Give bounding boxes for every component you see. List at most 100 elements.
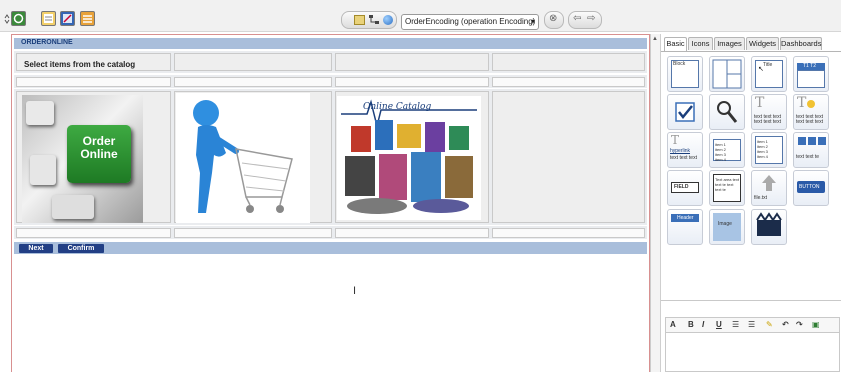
search-widget[interactable] <box>709 94 745 130</box>
panel-splitter[interactable]: ▲ <box>650 34 660 372</box>
list-view-icon[interactable] <box>354 15 365 25</box>
image-widget[interactable]: Image <box>709 209 745 245</box>
redo-icon[interactable]: ↷ <box>796 320 803 329</box>
flowchart-icon[interactable] <box>369 15 380 25</box>
grid-cell[interactable] <box>174 91 332 223</box>
layout-grid-widget[interactable] <box>709 56 745 92</box>
globe-icon[interactable] <box>383 15 393 25</box>
field-widget[interactable]: FIELD <box>667 170 703 206</box>
editable-text-widget[interactable]: T text text text text text text <box>793 94 829 130</box>
top-toolbar: OrderEncoding (operation Encoding) ▾ ⊗ ⇦… <box>0 0 841 32</box>
edit-icon[interactable] <box>60 11 75 26</box>
grid-cell[interactable] <box>174 77 332 87</box>
field-widget-label: FIELD <box>674 184 689 190</box>
pointer-icon <box>807 100 815 108</box>
ordered-list-icon[interactable]: ☰ <box>732 320 739 329</box>
next-button[interactable]: Next <box>19 244 53 253</box>
grid-cell[interactable]: Online Catalog <box>335 91 489 223</box>
grid-cell[interactable] <box>492 228 645 238</box>
list-icon[interactable] <box>80 11 95 26</box>
grid-cell[interactable] <box>492 91 645 223</box>
block-widget-label: Block <box>673 61 686 67</box>
document-list-icon[interactable] <box>41 11 56 26</box>
grid-cell[interactable] <box>492 53 645 71</box>
form-title: ORDERONLINE <box>21 39 73 46</box>
spacer-row <box>14 75 647 88</box>
list-widget[interactable]: item 1 item 2 item 3 item 4 <box>709 132 745 168</box>
file-upload-widget[interactable]: file.txt <box>751 170 787 206</box>
chevron-down-icon: ▾ <box>530 17 535 26</box>
view-toggle-group <box>341 11 397 29</box>
grid-cell[interactable] <box>174 53 332 71</box>
grid-cell[interactable]: Order Online <box>16 91 171 223</box>
grid-cell[interactable] <box>16 77 171 87</box>
grid-cell[interactable] <box>16 228 171 238</box>
header-widget[interactable]: Header <box>667 209 703 245</box>
forward-arrow-icon[interactable]: ⇨ <box>587 13 595 24</box>
bold-button[interactable]: B <box>688 320 694 329</box>
grid-cell[interactable] <box>492 77 645 87</box>
tab-divider <box>661 51 841 52</box>
tab-widgets[interactable]: Widgets <box>746 37 779 50</box>
tab-dashboards[interactable]: Dashboards <box>780 37 822 50</box>
tabs-widget[interactable]: T1 T2 <box>793 56 829 92</box>
palette-divider <box>661 300 841 301</box>
close-process-button[interactable]: ⊗ <box>544 11 564 29</box>
scroll-up-icon[interactable]: ▲ <box>652 36 658 42</box>
pointer-icon: ↖ <box>758 66 764 73</box>
process-select[interactable]: OrderEncoding (operation Encoding) ▾ <box>401 14 539 30</box>
catalog-heading: Select items from the catalog <box>24 60 136 69</box>
recycle-icon[interactable] <box>11 11 26 26</box>
shopping-cart-figure-image[interactable] <box>176 93 310 223</box>
header-widget-label: Header <box>677 215 694 221</box>
tab-images[interactable]: Images <box>714 37 745 50</box>
tab-icons[interactable]: Icons <box>688 37 713 50</box>
order-online-key: Order Online <box>67 125 131 183</box>
rich-text-area[interactable] <box>665 333 840 372</box>
list-widget-label: item 1 item 2 item 3 item 4 <box>715 142 726 162</box>
widget-palette: Basic Icons Images Widgets Dashboards Bl… <box>660 34 841 372</box>
tab-basic[interactable]: Basic <box>664 37 687 51</box>
button-widget[interactable]: BUTTON <box>793 170 829 206</box>
grid-cell[interactable] <box>335 53 489 71</box>
confirm-button[interactable]: Confirm <box>58 244 104 253</box>
spacer-row <box>14 226 647 239</box>
grid-cell[interactable] <box>174 228 332 238</box>
hyperlink-widget-text: text text text <box>670 155 697 161</box>
keyboard-key <box>30 155 56 185</box>
image-widget-label: Image <box>718 221 732 227</box>
block-widget[interactable]: Block <box>667 56 703 92</box>
hyperlink-widget-label: hyperlink <box>670 148 691 154</box>
italic-button[interactable]: I <box>702 320 704 329</box>
hyperlink-widget[interactable]: T hyperlink text text text <box>667 132 703 168</box>
underline-button[interactable]: U <box>716 320 722 329</box>
listbox-widget[interactable]: item 1 item 2 item 3 item 4 <box>751 132 787 168</box>
keyboard-key <box>26 101 54 125</box>
unordered-list-icon[interactable]: ☰ <box>748 320 755 329</box>
expand-icon[interactable] <box>4 13 10 25</box>
back-arrow-icon[interactable]: ⇦ <box>573 13 581 24</box>
grid-cell[interactable] <box>335 228 489 238</box>
checkbox-widget[interactable] <box>667 94 703 130</box>
button-widget-label: BUTTON <box>799 184 820 190</box>
title-widget[interactable]: Title ↖ <box>751 56 787 92</box>
text-widget[interactable]: T text text text text text text <box>751 94 787 130</box>
form-title-bar: ORDERONLINE <box>14 38 647 49</box>
highlight-icon[interactable]: ✎ <box>766 320 773 329</box>
grid-cell[interactable] <box>335 77 489 87</box>
combo-widget[interactable]: text text te <box>793 132 829 168</box>
textarea-widget-label: Text area text text te text text te <box>715 177 740 192</box>
online-catalog-text: Online Catalog <box>363 102 432 112</box>
image-row: Order Online Online Catalog <box>14 89 647 225</box>
undo-icon[interactable]: ↶ <box>782 320 789 329</box>
media-widget[interactable] <box>751 209 787 245</box>
order-online-keyboard-image[interactable]: Order Online <box>22 95 143 223</box>
textarea-widget[interactable]: Text area text text te text text te <box>709 170 745 206</box>
insert-image-icon[interactable]: ▣ <box>812 320 820 329</box>
history-nav-group: ⇦ ⇨ <box>568 11 602 29</box>
online-catalog-image[interactable]: Online Catalog <box>337 96 481 220</box>
combo-widget-label: text text te <box>796 154 820 160</box>
font-size-button[interactable]: A <box>670 320 676 329</box>
rich-text-toolbar: A B I U ☰ ☰ ✎ ↶ ↷ ▣ <box>665 317 840 333</box>
tabs-widget-label: T1 T2 <box>803 63 816 69</box>
